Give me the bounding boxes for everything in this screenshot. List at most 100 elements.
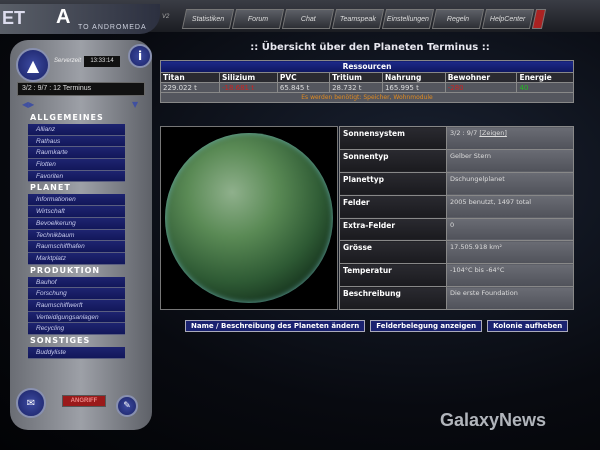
resource-value: 229.022 t [160,82,220,93]
tab-forum[interactable]: Forum [231,9,285,29]
resource-header: Silizium [218,72,278,83]
info-value-cell: 2005 benutzt, 1497 total [446,194,574,219]
sidebar-item-rathaus[interactable]: Rathaus [28,135,125,148]
show-fields-button[interactable]: Felderbelegung anzeigen [370,320,483,332]
sidebar-item-raumkarte[interactable]: Raumkarte [28,147,125,160]
resource-header: Titan [160,72,220,83]
tab-einstellungen[interactable]: Einstellungen [381,9,435,29]
top-nav: Statistiken Forum Chat Teamspeak Einstel… [181,9,547,29]
tab-label: Teamspeak [340,15,376,23]
logo-text: ET [2,8,26,28]
info-value-cell: 0 [446,217,574,242]
info-label: Felder [339,194,447,219]
sidebar-item-raumschiffwerft[interactable]: Raumschiffwerft [28,299,125,312]
info-value: 0 [450,220,455,229]
info-value: 2005 benutzt, 1497 total [450,197,532,206]
info-icon: i [137,49,143,63]
game-logo: ET A TO ANDROMEDA [0,4,160,34]
notes-button[interactable]: ✎ [116,395,138,417]
tab-label: HelpCenter [490,15,526,23]
tab-label: Statistiken [191,15,225,23]
server-time: 13:33:14 [84,56,120,67]
info-value: Die erste Foundation [450,289,518,298]
info-value-cell: -104°C bis -64°C [446,263,574,288]
logo-mark: A [56,6,71,28]
info-row: Extra-Felder 0 [339,217,574,242]
dropdown-arrow-icon[interactable]: ▼ [132,100,138,109]
planet-image [160,126,338,310]
sidebar-item-forschung[interactable]: Forschung [28,288,125,300]
tab-statistiken[interactable]: Statistiken [181,9,235,29]
andromeda-logo-icon: ▲ [26,55,40,75]
page-title: :: Übersicht über den Planeten Terminus … [250,42,490,53]
tab-label: Chat [300,15,316,23]
abandon-colony-button[interactable]: Kolonie aufheben [487,320,569,332]
info-button[interactable]: i [128,44,152,68]
sidebar-item-raumschiffhafen[interactable]: Raumschiffhafen [28,241,125,253]
info-value-cell: Gelber Stern [446,148,574,173]
sidebar-item-informationen[interactable]: Informationen [28,194,125,207]
messages-icon: ✉ [26,397,36,409]
rename-planet-button[interactable]: Name / Beschreibung des Planeten ändern [185,320,366,332]
tab-chat[interactable]: Chat [281,9,335,29]
home-button[interactable]: ▲ [16,48,50,82]
info-row: Felder 2005 benutzt, 1497 total [339,194,574,219]
planet-selector[interactable]: 3/2 : 9/7 : 12 Terminus [17,82,145,96]
server-time-label: Serverzeit [54,58,82,64]
planet-globe [165,133,333,303]
sidebar-item-verteidigungsanlagen[interactable]: Verteidigungsanlagen [28,311,125,324]
messages-button[interactable]: ✉ [16,388,46,418]
sidebar-item-bevoelkerung[interactable]: Bevoelkerung [28,217,125,230]
logo-subtitle: TO ANDROMEDA [78,24,147,31]
resource-value: 65.845 t [276,82,331,93]
info-label: Sonnensystem [339,126,447,150]
resources-title: Ressourcen [160,60,574,73]
resource-header: Tritium [329,72,383,83]
tab-helpcenter[interactable]: HelpCenter [481,9,535,29]
tab-regeln[interactable]: Regeln [431,9,485,29]
logout-tab[interactable] [531,9,547,29]
tab-teamspeak[interactable]: Teamspeak [331,9,385,29]
resources-table: Ressourcen Titan Silizium PVC Tritium Nahrun… [160,60,574,103]
menu-section-title: ALLGEMEINES [30,113,104,122]
info-value: Gelber Stern [450,151,492,160]
resource-header: Bewohner [444,72,518,83]
resource-value: -18.681 t [218,82,278,93]
sidebar-item-flotten[interactable]: Flotten [28,159,125,171]
resource-value: 165.995 t [381,82,446,93]
resources-note: Es werden benötigt: Speicher, Wohnmodule [160,92,574,103]
info-row: Beschreibung Die erste Foundation [339,286,574,311]
info-value-cell: 17.505.918 km² [446,240,574,265]
tab-label: Einstellungen [386,15,430,23]
sidebar-item-marktplatz[interactable]: Marktplatz [28,252,125,265]
menu-section-title: SONSTIGES [30,336,91,345]
info-value-cell: Die erste Foundation [446,286,574,311]
info-row: Temperatur -104°C bis -64°C [339,263,574,288]
info-row: Sonnensystem 3/2 : 9/7 [Zeigen] [339,126,574,150]
sidebar-item-favoriten[interactable]: Favoriten [28,170,125,183]
resource-value: 28.732 t [329,82,383,93]
sidebar-menu: ALLGEMEINES Allianz Rathaus Raumkarte Flotte… [28,112,125,359]
info-label: Beschreibung [339,286,447,311]
sidebar-item-buddyliste[interactable]: Buddyliste [28,347,125,359]
info-value: 17.505.918 km² [450,243,502,252]
sidebar-item-allianz[interactable]: Allianz [28,124,125,136]
info-row: Planettyp Dschungelplanet [339,171,574,196]
sidebar-item-wirtschaft[interactable]: Wirtschaft [28,206,125,218]
resource-header: PVC [276,72,331,83]
info-label: Grösse [339,240,447,265]
planet-info-table: Sonnensystem 3/2 : 9/7 [Zeigen] Sonnentyp G… [339,126,574,311]
info-value: 3/2 : 9/7 [450,129,478,137]
info-label: Sonnentyp [339,148,447,173]
prev-next-arrows-icon[interactable]: ◀▶ [22,100,34,109]
info-value: -104°C bis -64°C [450,266,505,275]
sidebar-item-recycling[interactable]: Recycling [28,323,125,335]
show-system-link[interactable]: [Zeigen] [479,129,507,137]
info-row: Grösse 17.505.918 km² [339,240,574,265]
attack-indicator[interactable]: ANGRIFF [62,395,106,407]
version-label: V2 [162,14,170,20]
resource-value: 40 [516,82,574,93]
resource-header: Energie [516,72,574,83]
sidebar-item-technikbaum[interactable]: Technikbaum [28,229,125,242]
sidebar-item-bauhof[interactable]: Bauhof [28,276,125,289]
